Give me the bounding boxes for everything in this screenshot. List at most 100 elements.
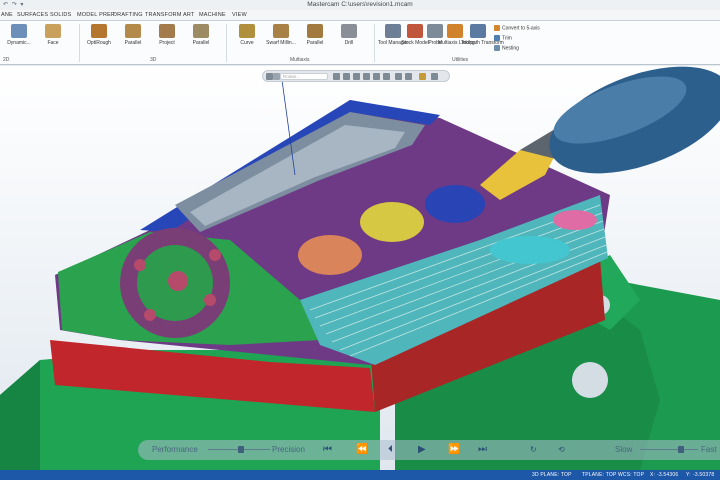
parallel-finish-button[interactable]: Parallel [184,24,218,54]
bore-orange [298,235,362,275]
fast-label: Fast [701,445,717,454]
skip-end-button[interactable]: ⏭ [478,444,487,455]
swarf-icon [273,24,289,38]
pan-icon[interactable] [343,73,350,80]
swarf-milling-button[interactable]: Swarf Millin... [264,24,298,54]
slow-label: Slow [615,445,633,454]
cavity-cyan [490,236,570,264]
x-coord-label: X: [650,472,656,478]
x-coord-value: -3.54306 [657,472,679,478]
gear-hole [134,259,146,271]
quality-slider-knob[interactable] [238,446,244,453]
parallel-finish-icon [193,24,209,38]
speed-slider-track[interactable] [640,449,698,450]
gview-status[interactable]: 3D PLANE: TOP [532,472,572,478]
fit-icon[interactable] [363,73,370,80]
layer-icon[interactable] [431,73,438,80]
gear-hole [204,294,216,306]
graphics-viewport[interactable] [0,66,720,470]
loop-icon[interactable]: ↻ [530,445,537,454]
curve-button[interactable]: Curve [230,24,264,54]
toolpath-transform-icon [470,24,486,38]
wcs-status[interactable]: WCS: TOP [618,472,644,478]
group-label-2d: 2D [3,57,10,63]
parallel-multiaxis-button[interactable]: Parallel [298,24,332,54]
group-separator [374,24,375,62]
group-label-multiaxis: Multiaxis [290,57,310,63]
precision-label: Precision [272,445,305,454]
curve-icon [239,24,255,38]
optirough-button[interactable]: OptiRough [82,24,116,54]
gear-hole [209,249,221,261]
play-button[interactable]: ▶ [418,444,426,455]
bore-blue [425,185,485,223]
tab-solids[interactable]: SOLIDS [50,12,71,18]
repeat-icon[interactable]: ⟲ [558,445,565,454]
drill-icon [341,24,357,38]
ribbon-tabs: ANE SURFACES SOLIDS MODEL PREP DRAFTING … [0,10,720,21]
color-icon[interactable] [419,73,426,80]
lock-icon[interactable] [266,73,273,80]
group-label-utilities: Utilities [452,57,469,63]
top-view-icon[interactable] [383,73,390,80]
group-separator [226,24,227,62]
tab-drafting[interactable]: DRAFTING [113,12,143,18]
tab-view[interactable]: VIEW [232,12,247,18]
dynamic-mill-icon [11,24,27,38]
rewind-button[interactable]: ⏪ [356,444,368,455]
face-mill-icon [45,24,61,38]
convert-5-axis-icon [494,25,500,31]
machined-part-model [0,66,720,470]
toolpath-transform-button[interactable]: Toolpath Transform [461,24,504,54]
select-icon[interactable] [395,73,402,80]
fast-forward-button[interactable]: ⏩ [448,444,460,455]
parallel-3d-button[interactable]: Parallel [116,24,150,54]
zoom-icon[interactable] [353,73,360,80]
step-back-button[interactable]: ⏴ [388,444,393,455]
fixture-hole [572,362,608,398]
iso-view-icon[interactable] [373,73,380,80]
window-title: Mastercam C:\users\revision1.mcam [307,1,413,8]
cavity-pink [553,210,597,230]
group-label-3d: 3D [150,57,157,63]
simulation-playback-bar: Performance Precision ⏮ ⏪ ⏴ ▶ ⏩ ⏭ ↻ ⟲ Sl… [138,440,720,460]
tab-plane[interactable]: ANE [1,12,13,18]
nesting-icon [494,45,500,51]
performance-label: Performance [152,445,198,454]
y-coord-value: -3.50378 [693,472,715,478]
tab-art[interactable]: ART [183,12,195,18]
speed-slider-knob[interactable] [678,446,684,453]
tab-transform[interactable]: TRANSFORM [145,12,182,18]
parallel-multiaxis-icon [307,24,323,38]
group-separator [79,24,80,62]
bore-yellow [360,202,424,242]
settings-icon[interactable] [405,73,412,80]
y-coord-label: Y: [686,472,691,478]
drill-button[interactable]: Drill [332,24,366,54]
dynamic-button[interactable]: Dynamic... [2,24,36,54]
view-search-input[interactable]: Rotate... [280,73,328,80]
project-button[interactable]: Project [150,24,184,54]
gear-hub [168,271,188,291]
floating-view-toolbar: Rotate... [262,70,450,82]
title-bar: ↶ ↷ ▾ Mastercam C:\users\revision1.mcam [0,0,720,10]
status-bar: 3D PLANE: TOP TPLANE: TOP WCS: TOP X: -3… [0,470,720,480]
fixture-side [0,360,40,470]
trim-button[interactable]: Trim [494,35,512,43]
ribbon: Dynamic... Face 2D OptiRough Parallel Pr… [0,21,720,65]
convert-to-5-axis-button[interactable]: Convert to 5-axis [494,25,540,33]
nesting-button[interactable]: Nesting [494,45,519,53]
rotate-icon[interactable] [333,73,340,80]
parallel-icon [125,24,141,38]
filter-icon[interactable] [273,73,280,80]
gear-hole [144,309,156,321]
tab-surfaces[interactable]: SURFACES [17,12,48,18]
face-button[interactable]: Face [36,24,70,54]
tab-model-prep[interactable]: MODEL PREP [77,12,115,18]
trim-icon [494,35,500,41]
tab-machine[interactable]: MACHINE [199,12,226,18]
optirough-icon [91,24,107,38]
skip-start-button[interactable]: ⏮ [323,444,332,455]
tplane-status[interactable]: TPLANE: TOP [582,472,617,478]
project-icon [159,24,175,38]
